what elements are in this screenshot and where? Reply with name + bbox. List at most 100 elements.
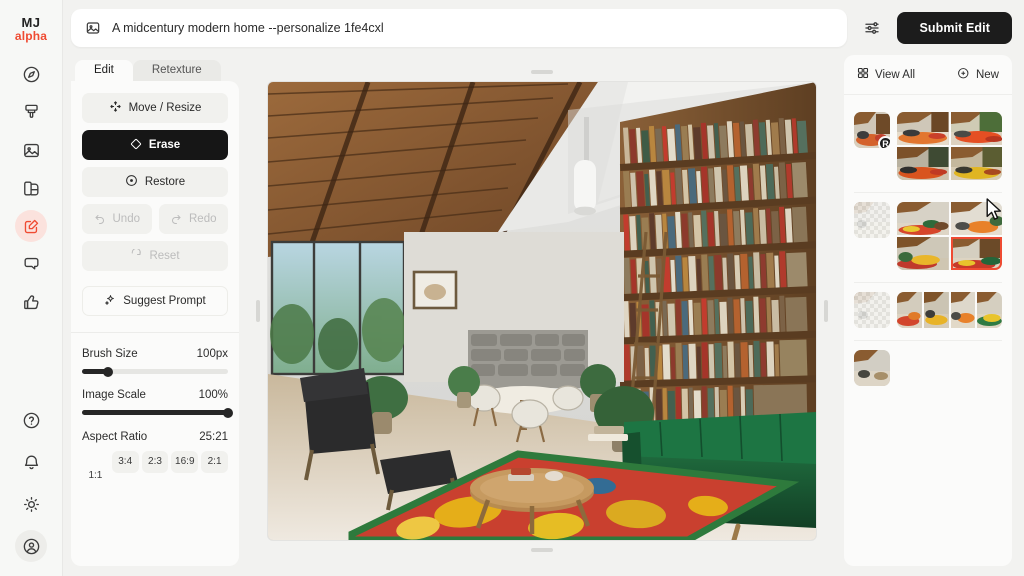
sidebar-item-rate[interactable] (15, 286, 47, 318)
canvas-image-render (267, 81, 816, 540)
view-all-button[interactable]: View All (857, 67, 915, 82)
tools-panel-body: Move / Resize Erase Restore Undo Redo Re… (71, 81, 239, 566)
redo-button[interactable]: Redo (158, 204, 228, 234)
history-list: R (844, 95, 1012, 566)
canvas-area (239, 55, 844, 566)
undo-label: Undo (112, 213, 141, 225)
brush-icon (22, 103, 41, 122)
job-result-cell[interactable] (950, 202, 1002, 235)
sidebar-item-gallery[interactable] (15, 134, 47, 166)
aspect-ratio-label: Aspect Ratio (82, 431, 148, 443)
image-scale-knob[interactable] (223, 407, 233, 418)
reset-button[interactable]: Reset (82, 241, 228, 271)
brush-size-label: Brush Size (82, 348, 138, 360)
job-result-cell[interactable] (923, 292, 949, 328)
resize-handle-left[interactable] (255, 299, 260, 322)
erase-button[interactable]: Erase (82, 130, 228, 160)
reset-icon (130, 247, 142, 264)
edit-square-icon (23, 218, 40, 235)
sidebar-item-explore[interactable] (15, 58, 47, 90)
job-result-cell[interactable] (897, 292, 922, 328)
job-result-cell-selected[interactable] (950, 237, 1002, 270)
edit-tools-panel: Edit Retexture Move / Resize Erase Resto… (71, 55, 239, 566)
tab-edit[interactable]: Edit (75, 59, 133, 81)
undo-button[interactable]: Undo (82, 204, 152, 234)
new-label: New (975, 68, 999, 81)
left-sidebar: MJ alpha (0, 0, 63, 576)
restore-button[interactable]: Restore (82, 167, 228, 197)
job-row-3[interactable] (854, 283, 1002, 341)
image-scale-slider[interactable] (82, 407, 233, 418)
new-button[interactable]: New (957, 67, 999, 83)
move-resize-icon (109, 100, 122, 116)
logo-mj: MJ (21, 15, 41, 30)
restore-icon (125, 174, 138, 190)
sidebar-item-chat[interactable] (15, 248, 47, 280)
brush-size-knob[interactable] (103, 366, 114, 377)
job-result-cell[interactable] (897, 147, 949, 180)
job-row-1[interactable]: R (854, 103, 1002, 193)
sidebar-item-notifications[interactable] (15, 446, 47, 478)
job-result-cell[interactable] (897, 202, 949, 235)
image-scale-value: 100% (198, 389, 228, 401)
plus-circle-icon (957, 67, 970, 83)
image-icon (22, 141, 41, 160)
job-row-2[interactable] (854, 193, 1002, 283)
sidebar-item-create[interactable] (15, 96, 47, 128)
job-source-thumbnail[interactable]: R (854, 112, 890, 148)
move-resize-button[interactable]: Move / Resize (82, 93, 228, 123)
sidebar-item-organize[interactable] (15, 172, 47, 204)
job-source-thumbnail[interactable] (854, 292, 890, 328)
aspect-ratio-option-16-9[interactable]: 16:9 (171, 451, 199, 473)
aspect-ratio-options: 1:1 3:4 2:3 16:9 2:1 (82, 451, 228, 487)
restore-label: Restore (144, 176, 186, 188)
sidebar-item-account[interactable] (15, 530, 47, 562)
suggest-prompt-button[interactable]: Suggest Prompt (82, 286, 228, 316)
image-icon (85, 20, 101, 36)
result-render (897, 112, 949, 145)
history-button-row: Undo Redo (82, 204, 228, 234)
help-circle-icon (22, 411, 41, 430)
tab-retexture[interactable]: Retexture (132, 59, 221, 81)
redo-label: Redo (189, 213, 217, 225)
chat-icon (22, 255, 41, 274)
submit-edit-button[interactable]: Submit Edit (897, 11, 1012, 44)
prompt-text[interactable]: A midcentury modern home --personalize 1… (112, 21, 384, 35)
sun-icon (22, 495, 41, 514)
top-bar: A midcentury modern home --personalize 1… (63, 0, 1024, 55)
result-render (977, 292, 1002, 328)
resize-handle-top[interactable] (530, 69, 553, 74)
aspect-ratio-option-2-3[interactable]: 2:3 (141, 451, 169, 473)
resize-handle-right[interactable] (823, 299, 828, 322)
aspect-ratio-header: Aspect Ratio 25:21 (82, 431, 228, 443)
layers-icon (22, 179, 41, 198)
prompt-input[interactable]: A midcentury modern home --personalize 1… (71, 8, 848, 47)
move-resize-label: Move / Resize (128, 102, 202, 114)
resize-handle-bottom[interactable] (530, 547, 553, 552)
brush-size-slider[interactable] (82, 366, 228, 377)
job-result-cell[interactable] (950, 112, 1002, 145)
canvas-image[interactable] (267, 81, 816, 540)
job-source-thumbnail[interactable] (854, 350, 890, 386)
aspect-ratio-control: Aspect Ratio 25:21 1:1 3:4 2:3 16:9 2:1 (82, 415, 228, 487)
history-panel-header: View All New (844, 55, 1012, 95)
job-result-cell[interactable] (897, 112, 949, 145)
job-result-cell[interactable] (950, 147, 1002, 180)
job-result-cell[interactable] (897, 237, 949, 270)
sidebar-item-edit[interactable] (15, 210, 47, 243)
aspect-ratio-option-1-1[interactable]: 1:1 (82, 451, 109, 487)
job-source-thumbnail[interactable] (854, 202, 890, 238)
sliders-icon[interactable] (857, 19, 887, 37)
suggest-prompt-label: Suggest Prompt (123, 295, 206, 307)
job-row-4[interactable] (854, 341, 1002, 398)
sidebar-item-help[interactable] (15, 404, 47, 436)
redo-icon (170, 212, 182, 227)
aspect-ratio-option-3-4[interactable]: 3:4 (111, 451, 139, 473)
job-result-cell[interactable] (950, 292, 976, 328)
job-result-grid (897, 292, 1002, 328)
undo-icon (94, 212, 106, 227)
aspect-ratio-option-2-1[interactable]: 2:1 (201, 451, 228, 473)
sidebar-item-theme[interactable] (15, 488, 47, 520)
job-result-cell[interactable] (977, 292, 1002, 328)
result-render (897, 237, 949, 270)
